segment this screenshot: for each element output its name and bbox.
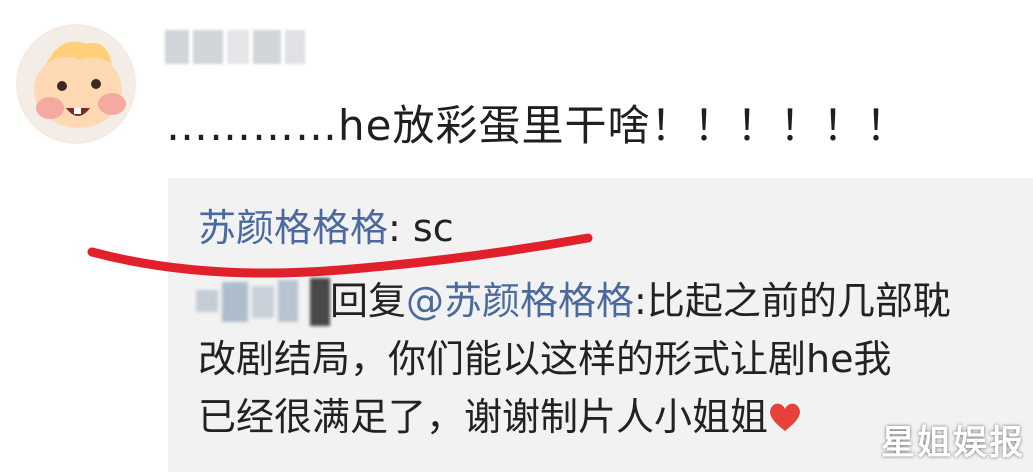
avatar[interactable] [16, 24, 136, 144]
avatar-icon [16, 24, 136, 144]
watermark: 星姐娱报 [881, 423, 1025, 463]
username-redacted[interactable] [165, 30, 305, 64]
comment-text: …………he放彩蛋里干啥！！！！！！ [166, 101, 909, 150]
nested-reply-line-1: 回复@苏颜格格格:比起之前的几部耽 [198, 272, 1003, 330]
nested-reply-line-2: 改剧结局，你们能以这样的形式让剧he我 [198, 337, 892, 381]
nested-mention-link[interactable]: @苏颜格格格 [406, 279, 634, 323]
nested-reply-text-3: 已经很满足了，谢谢制片人小姐姐 [198, 395, 769, 439]
reply-word: 回复 [330, 279, 407, 323]
heart-icon [770, 403, 800, 431]
nested-reply-text-1: :比起之前的几部耽 [634, 279, 951, 323]
